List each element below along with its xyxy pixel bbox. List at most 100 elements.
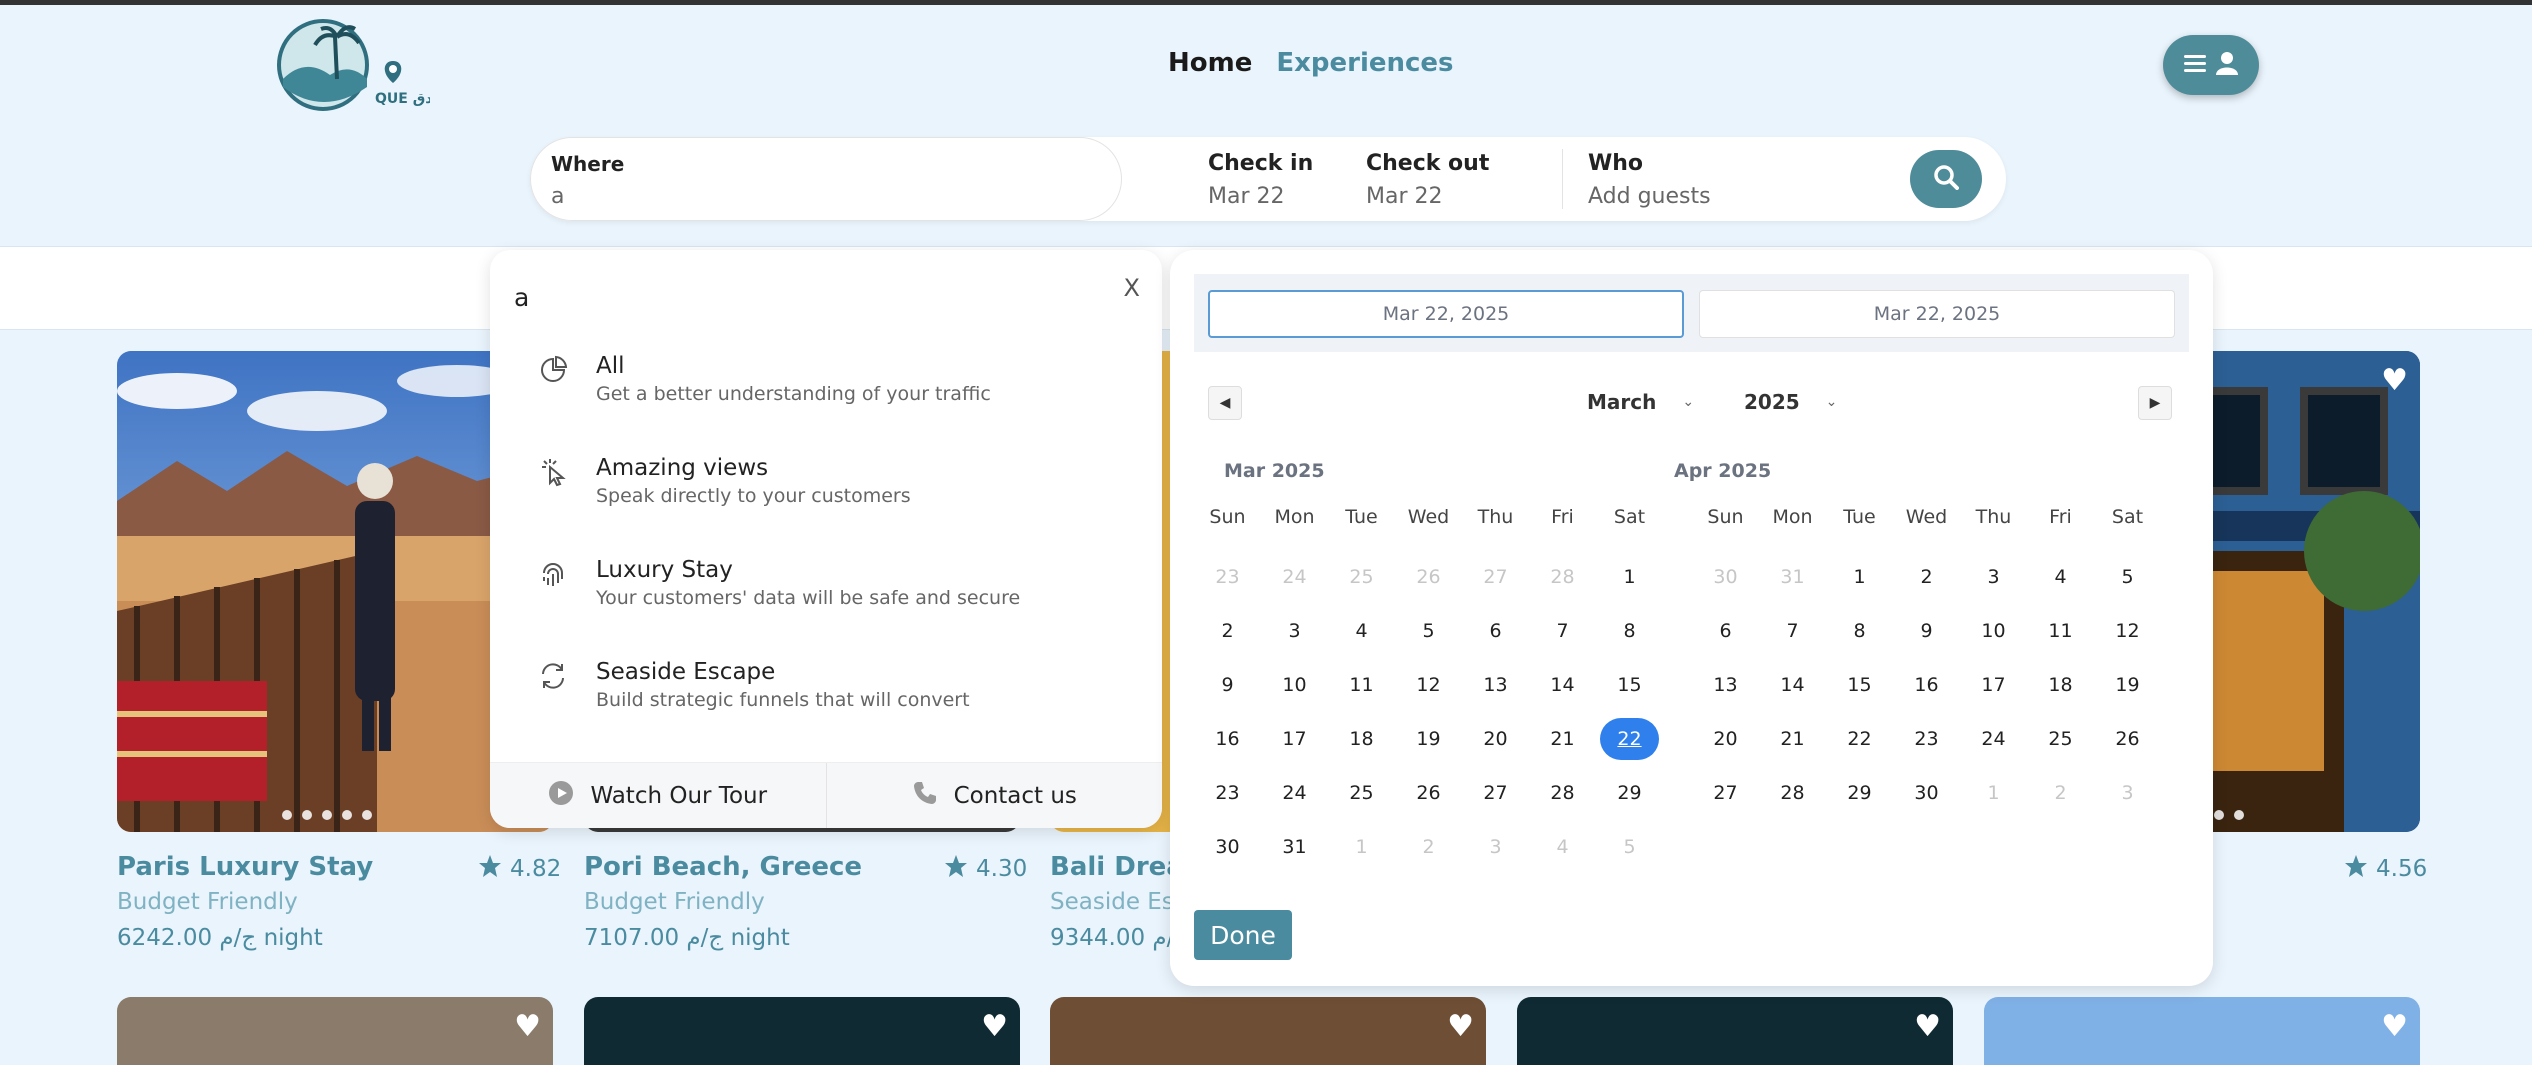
where-search-input[interactable] (514, 274, 1114, 320)
calendar-day[interactable]: 12 (2094, 610, 2161, 652)
listing-image-paris[interactable] (117, 351, 553, 832)
calendar-day[interactable]: 27 (1462, 556, 1529, 598)
calendar-day[interactable]: 11 (1328, 664, 1395, 706)
calendar-day[interactable]: 31 (1759, 556, 1826, 598)
listing-image-row2[interactable]: ♥ (1050, 997, 1486, 1065)
calendar-day[interactable]: 15 (1596, 664, 1663, 706)
calendar-day[interactable]: 15 (1826, 664, 1893, 706)
end-date-input[interactable]: Mar 22, 2025 (1699, 290, 2175, 338)
dropdown-item-amazing-views[interactable]: Amazing views Speak directly to your cust… (538, 455, 911, 507)
search-button[interactable] (1910, 150, 1982, 208)
calendar-day[interactable]: 18 (2027, 664, 2094, 706)
calendar-day[interactable]: 2 (1395, 826, 1462, 868)
calendar-day[interactable]: 23 (1194, 556, 1261, 598)
checkin-field[interactable]: Check in Mar 22 (1208, 151, 1313, 209)
calendar-day[interactable]: 2 (1194, 610, 1261, 652)
calendar-day[interactable]: 25 (2027, 718, 2094, 760)
calendar-day[interactable]: 24 (1261, 556, 1328, 598)
heart-icon[interactable]: ♥ (2381, 1009, 2408, 1044)
calendar-day[interactable]: 1 (1960, 772, 2027, 814)
who-field[interactable]: Who Add guests (1588, 151, 1711, 209)
calendar-day[interactable]: 3 (1462, 826, 1529, 868)
calendar-day[interactable]: 28 (1529, 556, 1596, 598)
listing-image-row2[interactable]: ♥ (117, 997, 553, 1065)
dropdown-item-all[interactable]: All Get a better understanding of your tr… (538, 353, 991, 405)
calendar-day[interactable]: 6 (1462, 610, 1529, 652)
calendar-day[interactable]: 12 (1395, 664, 1462, 706)
calendar-day[interactable]: 4 (1328, 610, 1395, 652)
calendar-day[interactable]: 6 (1692, 610, 1759, 652)
year-select[interactable]: 2025 ⌄ (1744, 390, 1837, 414)
calendar-day[interactable]: 4 (1529, 826, 1596, 868)
site-logo[interactable]: QUE فندق (275, 17, 448, 115)
where-field[interactable]: Where a (530, 137, 1122, 221)
calendar-day[interactable]: 23 (1893, 718, 1960, 760)
calendar-day[interactable]: 5 (1596, 826, 1663, 868)
next-month-button[interactable]: ▶ (2138, 386, 2172, 420)
calendar-day[interactable]: 17 (1261, 718, 1328, 760)
calendar-day[interactable]: 26 (2094, 718, 2161, 760)
listing-image-row2[interactable]: ♥ (1984, 997, 2420, 1065)
calendar-day[interactable]: 8 (1826, 610, 1893, 652)
calendar-day[interactable]: 30 (1893, 772, 1960, 814)
calendar-day[interactable]: 13 (1692, 664, 1759, 706)
calendar-day[interactable]: 3 (1261, 610, 1328, 652)
calendar-day[interactable]: 14 (1529, 664, 1596, 706)
checkout-field[interactable]: Check out Mar 22 (1366, 151, 1489, 209)
calendar-day[interactable]: 30 (1692, 556, 1759, 598)
calendar-day[interactable]: 14 (1759, 664, 1826, 706)
month-select[interactable]: March ⌄ (1587, 390, 1694, 414)
calendar-day[interactable]: 3 (1960, 556, 2027, 598)
carousel-dots[interactable] (282, 810, 372, 820)
calendar-day[interactable]: 21 (1759, 718, 1826, 760)
calendar-day[interactable]: 10 (1261, 664, 1328, 706)
heart-icon[interactable]: ♥ (514, 1009, 541, 1044)
nav-home[interactable]: Home (1168, 48, 1252, 78)
contact-us-button[interactable]: Contact us (825, 763, 1163, 828)
nav-experiences[interactable]: Experiences (1276, 48, 1453, 78)
calendar-day[interactable]: 2 (2027, 772, 2094, 814)
calendar-day[interactable]: 5 (1395, 610, 1462, 652)
calendar-day[interactable]: 26 (1395, 556, 1462, 598)
calendar-day[interactable]: 7 (1759, 610, 1826, 652)
where-value[interactable]: a (551, 184, 1101, 209)
heart-icon[interactable]: ♥ (2381, 363, 2408, 398)
calendar-day[interactable]: 22 (1600, 718, 1659, 760)
calendar-day[interactable]: 1 (1596, 556, 1663, 598)
calendar-day[interactable]: 2 (1893, 556, 1960, 598)
calendar-day[interactable]: 25 (1328, 556, 1395, 598)
calendar-day[interactable]: 11 (2027, 610, 2094, 652)
calendar-day[interactable]: 19 (1395, 718, 1462, 760)
calendar-day[interactable]: 21 (1529, 718, 1596, 760)
heart-icon[interactable]: ♥ (1447, 1009, 1474, 1044)
calendar-day[interactable]: 8 (1596, 610, 1663, 652)
calendar-day[interactable]: 25 (1328, 772, 1395, 814)
calendar-day[interactable]: 5 (2094, 556, 2161, 598)
calendar-day[interactable]: 4 (2027, 556, 2094, 598)
calendar-day[interactable]: 28 (1529, 772, 1596, 814)
calendar-day[interactable]: 29 (1596, 772, 1663, 814)
heart-icon[interactable]: ♥ (1914, 1009, 1941, 1044)
prev-month-button[interactable]: ◀ (1208, 386, 1242, 420)
dropdown-item-luxury-stay[interactable]: Luxury Stay Your customers' data will be … (538, 557, 1020, 609)
calendar-day[interactable]: 27 (1692, 772, 1759, 814)
calendar-day[interactable]: 27 (1462, 772, 1529, 814)
listing-image-row2[interactable]: ♥ (584, 997, 1020, 1065)
calendar-day[interactable]: 16 (1893, 664, 1960, 706)
user-menu-button[interactable] (2163, 35, 2259, 95)
heart-icon[interactable]: ♥ (981, 1009, 1008, 1044)
listing-image-row2[interactable]: ♥ (1517, 997, 1953, 1065)
watch-tour-button[interactable]: Watch Our Tour (490, 763, 826, 828)
calendar-day[interactable]: 1 (1328, 826, 1395, 868)
calendar-day[interactable]: 24 (1960, 718, 2027, 760)
calendar-day[interactable]: 3 (2094, 772, 2161, 814)
calendar-day[interactable]: 18 (1328, 718, 1395, 760)
calendar-day[interactable]: 13 (1462, 664, 1529, 706)
calendar-day[interactable]: 20 (1692, 718, 1759, 760)
listing-title[interactable]: Paris Luxury Stay (117, 852, 373, 882)
calendar-day[interactable]: 24 (1261, 772, 1328, 814)
start-date-input[interactable]: Mar 22, 2025 (1208, 290, 1684, 338)
calendar-day[interactable]: 9 (1194, 664, 1261, 706)
calendar-day[interactable]: 19 (2094, 664, 2161, 706)
calendar-day[interactable]: 9 (1893, 610, 1960, 652)
